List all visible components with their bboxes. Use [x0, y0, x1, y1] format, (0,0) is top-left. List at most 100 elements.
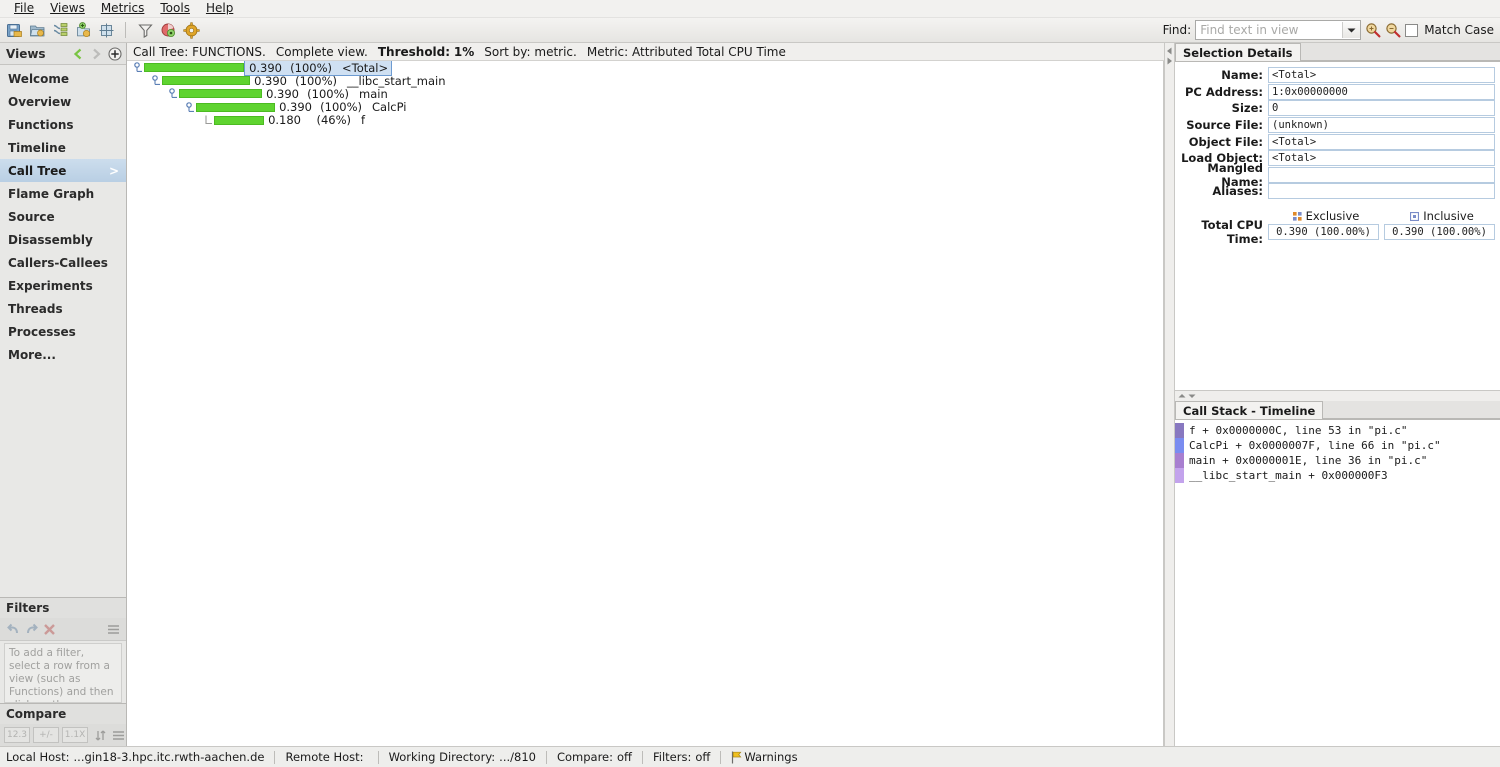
nav-back-icon[interactable] [72, 48, 84, 60]
undo-icon[interactable] [4, 620, 22, 638]
collapse-down-icon[interactable] [1188, 393, 1196, 399]
list-item[interactable]: __libc_start_main + 0x000000F3 [1175, 468, 1500, 483]
detail-value-source-file[interactable]: (unknown) [1268, 117, 1495, 134]
metric-bar [179, 89, 262, 99]
nav-forward-icon[interactable] [90, 48, 102, 60]
sidebar-item-overview[interactable]: Overview [0, 90, 126, 113]
metric-col-exclusive[interactable]: Exclusive [1268, 209, 1384, 223]
tree-expand-handle-icon[interactable] [133, 62, 144, 73]
table-row[interactable]: 0.390 (100%) __libc_start_main [127, 73, 1163, 88]
sidebar-item-disassembly[interactable]: Disassembly [0, 228, 126, 251]
call-tree-metric-label: Metric: Attributed Total CPU Time [586, 44, 786, 59]
detail-value-load-object[interactable]: <Total> [1268, 150, 1495, 167]
filters-menu-icon[interactable] [104, 620, 122, 638]
detail-value-pc-address[interactable]: 1:0x00000000 [1268, 83, 1495, 100]
compare-experiments-icon[interactable] [96, 20, 116, 40]
match-case-checkbox[interactable] [1405, 23, 1419, 37]
metric-table: Exclusive Inclusive Total CPU Time: 0.39… [1175, 209, 1500, 246]
metric-col-inclusive[interactable]: Inclusive [1384, 209, 1500, 223]
sidebar-item-label: More... [8, 347, 56, 362]
tab-call-stack-timeline[interactable]: Call Stack - Timeline [1175, 401, 1324, 419]
row-value: 0.390 [254, 73, 287, 88]
menu-bar: File Views Metrics Tools Help [0, 0, 1500, 18]
match-case-label: Match Case [1424, 23, 1494, 37]
threshold-value: 1% [453, 44, 475, 59]
tree-expand-handle-icon[interactable] [151, 75, 162, 86]
search-input[interactable] [1196, 21, 1343, 39]
tree-expand-handle-icon[interactable] [185, 101, 196, 113]
table-row[interactable]: 0.390 (100%) main [127, 87, 1163, 101]
sidebar-item-welcome[interactable]: Welcome [0, 67, 126, 90]
detail-value-size[interactable]: 0 [1268, 100, 1495, 117]
save-experiment-icon[interactable] [4, 20, 24, 40]
filter-icon[interactable] [135, 20, 155, 40]
add-experiment-icon[interactable] [50, 20, 70, 40]
tab-selection-details[interactable]: Selection Details [1175, 43, 1301, 61]
call-tree-rows[interactable]: 0.390 (100%) <Total> 0.390 (100%) __libc… [127, 61, 1164, 746]
find-input-wrapper [1195, 20, 1362, 40]
compare-absolute-button[interactable]: 12.3 [4, 727, 30, 743]
call-tree-view: Call Tree: FUNCTIONS. Complete view. Thr… [127, 43, 1164, 746]
sidebar-item-processes[interactable]: Processes [0, 320, 126, 343]
sidebar-item-threads[interactable]: Threads [0, 297, 126, 320]
list-item[interactable]: CalcPi + 0x0000007F, line 66 in "pi.c" [1175, 438, 1500, 453]
detail-value-mangled-name[interactable] [1268, 166, 1495, 183]
sidebar: Views Welcome Overview Functions Timelin… [0, 43, 127, 746]
add-view-icon[interactable] [108, 46, 122, 61]
vertical-splitter[interactable] [1164, 43, 1175, 746]
clear-filters-icon[interactable] [40, 620, 58, 638]
menu-views-label: Views [50, 1, 85, 15]
menu-help[interactable]: Help [198, 0, 241, 17]
find-next-icon[interactable] [1385, 22, 1401, 38]
menu-views[interactable]: Views [42, 0, 93, 17]
sidebar-item-label: Processes [8, 324, 76, 339]
menu-tools[interactable]: Tools [152, 0, 198, 17]
compare-delta-button[interactable]: +/- [33, 727, 59, 743]
sidebar-item-call-tree[interactable]: Call Tree > [0, 159, 126, 182]
status-separator [377, 750, 379, 764]
table-row[interactable]: 0.390 (100%) CalcPi [127, 100, 1163, 115]
menu-file[interactable]: File [6, 0, 42, 17]
collapse-left-icon[interactable] [1166, 47, 1173, 55]
compare-ratio-button[interactable]: 1.1X [62, 727, 88, 743]
list-item[interactable]: main + 0x0000001E, line 36 in "pi.c" [1175, 453, 1500, 468]
status-local-host-value: ...gin18-3.hpc.itc.rwth-aachen.de [73, 750, 265, 764]
call-tree-view-label: Call Tree: FUNCTIONS. [133, 44, 266, 59]
settings-gear-icon[interactable] [181, 20, 201, 40]
sidebar-item-label: Call Tree [8, 163, 67, 178]
detail-value-name[interactable]: <Total> [1268, 67, 1495, 84]
detail-value-aliases[interactable] [1268, 183, 1495, 200]
collapse-up-icon[interactable] [1178, 393, 1186, 399]
open-experiment-icon[interactable] [27, 20, 47, 40]
row-percent: (100%) [320, 100, 362, 115]
sidebar-item-timeline[interactable]: Timeline [0, 136, 126, 159]
call-stack-panel[interactable]: f + 0x0000000C, line 53 in "pi.c" CalcPi… [1175, 420, 1500, 746]
table-row[interactable]: 0.180 (46%) f [127, 113, 1163, 127]
redo-icon[interactable] [22, 620, 40, 638]
status-warnings[interactable]: Warnings [731, 750, 798, 764]
detail-row-name: Name: <Total> [1175, 67, 1500, 84]
detail-value-object-file[interactable]: <Total> [1268, 133, 1495, 150]
compare-sort-icon[interactable] [91, 726, 109, 744]
tree-expand-handle-icon[interactable] [168, 88, 179, 99]
row-metric-cell: 0.180 (46%) f [264, 113, 368, 127]
sidebar-item-flame-graph[interactable]: Flame Graph [0, 182, 126, 205]
sidebar-item-experiments[interactable]: Experiments [0, 274, 126, 297]
drop-experiment-icon[interactable] [73, 20, 93, 40]
sidebar-item-callers-callees[interactable]: Callers-Callees [0, 251, 126, 274]
sidebar-item-source[interactable]: Source [0, 205, 126, 228]
sidebar-item-label: Threads [8, 301, 63, 316]
list-item[interactable]: f + 0x0000000C, line 53 in "pi.c" [1175, 423, 1500, 438]
menu-metrics[interactable]: Metrics [93, 0, 153, 17]
metric-bar [196, 102, 275, 112]
collapse-right-icon[interactable] [1166, 57, 1173, 65]
chevron-down-icon[interactable] [1342, 22, 1361, 38]
horizontal-splitter[interactable] [1175, 390, 1500, 401]
find-bar: Find: Find text in view Match Case [1163, 20, 1494, 40]
find-previous-icon[interactable] [1365, 22, 1381, 38]
compare-menu-icon[interactable] [109, 726, 127, 744]
sidebar-item-more[interactable]: More... [0, 343, 126, 366]
sidebar-item-functions[interactable]: Functions [0, 113, 126, 136]
metrics-icon[interactable] [158, 20, 178, 40]
table-row[interactable]: 0.390 (100%) <Total> [127, 61, 1163, 76]
